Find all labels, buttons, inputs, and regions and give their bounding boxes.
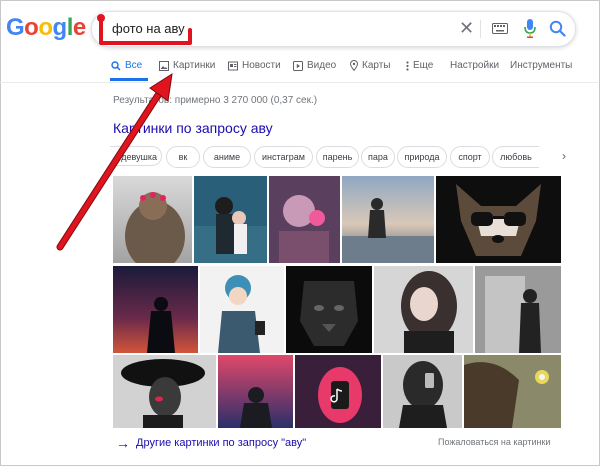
play-icon [293,60,303,71]
tab-label: Карты [362,60,391,71]
tab-all[interactable]: Все [111,60,142,71]
image-result[interactable] [295,355,381,428]
chip[interactable]: девушка [110,146,162,166]
logo-letter: o [38,14,53,41]
suggestion-chips: девушка вк аниме инстаграм парень пара п… [110,146,540,168]
report-images-link[interactable]: Пожаловаться на картинки [438,437,550,447]
image-result[interactable] [218,355,293,428]
tab-maps[interactable]: Карты [350,60,391,71]
search-icon[interactable] [549,20,566,37]
image-result[interactable] [200,266,284,353]
tab-label: Настройки [450,60,500,71]
tab-news[interactable]: Новости [228,60,281,71]
tab-label: Картинки [173,60,216,71]
search-input[interactable] [112,21,412,36]
tab-label: Видео [307,60,337,71]
more-images-link[interactable]: → Другие картинки по запросу "аву" [116,435,306,451]
image-result[interactable] [113,355,216,428]
image-icon [159,60,169,71]
more-images-label: Другие картинки по запросу "аву" [136,437,307,449]
image-result[interactable] [113,266,198,353]
logo-letter: o [24,14,39,41]
news-icon [228,61,238,70]
image-result[interactable] [475,266,561,353]
google-logo[interactable]: Google [6,14,86,42]
search-separator [480,20,481,38]
image-result[interactable] [113,176,192,263]
header-divider [0,82,598,83]
logo-letter: e [72,14,86,41]
tab-label: Инструменты [510,60,573,71]
logo-letter: g [52,14,68,41]
image-result[interactable] [269,176,340,263]
image-result[interactable] [464,355,561,428]
search-box[interactable]: ✕ [91,11,576,47]
arrow-right-icon: → [116,435,130,451]
chip[interactable]: парень [316,146,359,168]
tab-tools[interactable]: Инструменты [510,60,572,71]
image-result[interactable] [436,176,561,263]
keyboard-icon[interactable] [492,23,508,34]
tab-images[interactable]: Картинки [159,60,215,71]
tab-more[interactable]: Еще [406,60,433,71]
image-result[interactable] [286,266,372,353]
chip[interactable]: спорт [450,146,490,168]
search-icon [111,60,121,71]
chip[interactable]: любовь [492,146,539,168]
tab-label: Новости [242,60,281,71]
chip[interactable]: вк [166,146,200,168]
images-heading[interactable]: Картинки по запросу аву [113,120,273,136]
results-stats: Результатов: примерно 3 270 000 (0,37 се… [113,95,318,106]
image-result[interactable] [374,266,473,353]
chip[interactable]: аниме [203,146,251,168]
chip[interactable]: природа [397,146,447,168]
chip[interactable]: пара [361,146,395,168]
pin-icon [350,60,358,71]
more-icon [406,60,409,71]
tab-settings[interactable]: Настройки [450,60,499,71]
tab-label: Все [125,60,143,71]
chip[interactable]: инстаграм [254,146,313,168]
tab-video[interactable]: Видео [293,60,336,71]
logo-letter: G [6,14,25,41]
tab-label: Еще [413,60,434,71]
chevron-right-icon[interactable]: › [556,148,572,164]
image-result[interactable] [383,355,462,428]
close-icon[interactable]: ✕ [459,18,474,39]
active-tab-indicator [110,78,148,81]
mic-icon[interactable] [524,19,536,38]
image-result[interactable] [194,176,267,263]
image-result[interactable] [342,176,434,263]
